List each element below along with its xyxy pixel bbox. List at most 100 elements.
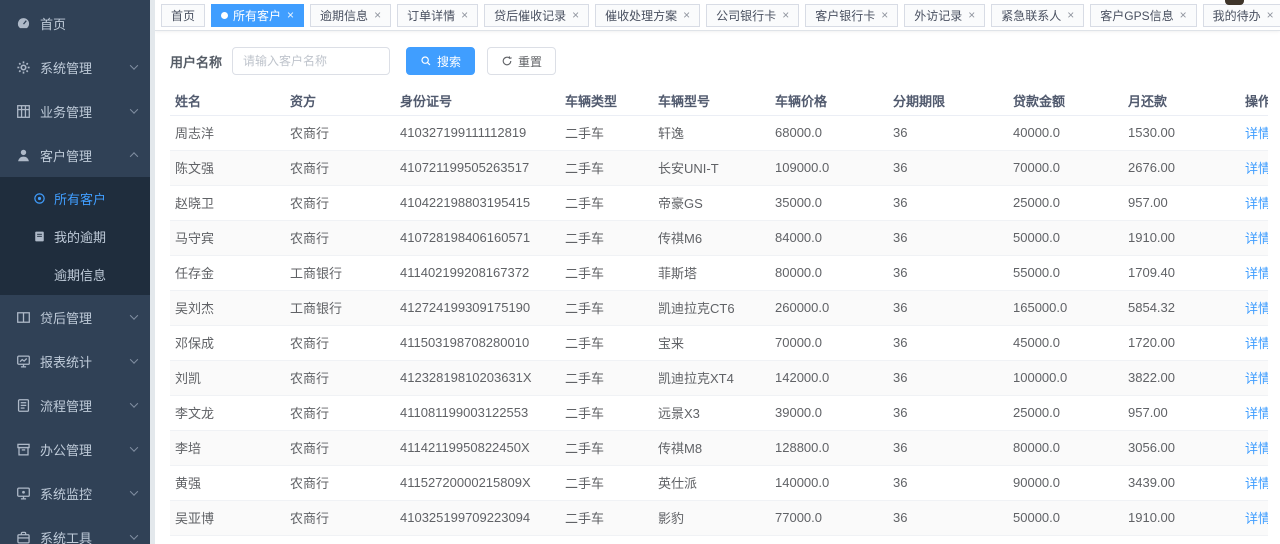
avatar-fragment <box>1225 0 1244 5</box>
search-label: 用户名称 <box>170 52 222 71</box>
cell-loan-amount: 40000.0 <box>1008 115 1123 150</box>
tab-label: 逾期信息 <box>320 7 368 24</box>
detail-link[interactable]: 详情 <box>1245 266 1268 281</box>
sidebar-item-home[interactable]: 首页 <box>0 1 150 45</box>
gear-icon <box>16 60 31 75</box>
sidebar-item-system-tools[interactable]: 系统工具 <box>0 515 150 544</box>
sidebar-item-process-mgmt[interactable]: 流程管理 <box>0 383 150 427</box>
cell-vehicle-type: 二手车 <box>560 500 653 535</box>
sidebar: 首页 系统管理 业务管理 客户管理 所有客户 我的逾期 逾期信息 贷后管理 <box>0 0 150 544</box>
user-icon <box>16 148 31 163</box>
detail-link[interactable]: 详情 <box>1245 476 1268 491</box>
table-row <box>170 535 1268 544</box>
chevron-down-icon <box>130 443 138 451</box>
cell-installment-term: 36 <box>888 500 1008 535</box>
tab-close-icon[interactable]: × <box>782 9 789 21</box>
detail-link[interactable]: 详情 <box>1245 231 1268 246</box>
sidebar-item-system-mgmt[interactable]: 系统管理 <box>0 45 150 89</box>
tab-label: 紧急联系人 <box>1001 7 1061 24</box>
tab[interactable]: 外访记录 × <box>904 4 985 27</box>
sidebar-item-label: 流程管理 <box>40 396 92 415</box>
cell-id-number: 410327199111112819 <box>395 115 560 150</box>
tab-close-icon[interactable]: × <box>1267 9 1274 21</box>
column-header: 资方 <box>285 87 395 115</box>
tab[interactable]: 公司银行卡 × <box>706 4 799 27</box>
sidebar-item-postloan-mgmt[interactable]: 贷后管理 <box>0 295 150 339</box>
cell-vehicle-price: 142000.0 <box>770 360 888 395</box>
cell-monthly-payment: 1910.00 <box>1123 500 1240 535</box>
customer-name-input[interactable] <box>232 47 390 75</box>
sidebar-subitem-all-customers[interactable]: 所有客户 <box>0 179 150 217</box>
tab-label: 订单详情 <box>407 7 455 24</box>
cell-monthly-payment: 1709.40 <box>1123 255 1240 290</box>
tab[interactable]: 客户GPS信息 × <box>1090 4 1196 27</box>
cell-action: 详情 <box>1240 115 1268 150</box>
tab-close-icon[interactable]: × <box>881 9 888 21</box>
detail-link[interactable]: 详情 <box>1245 371 1268 386</box>
search-button[interactable]: 搜索 <box>406 47 475 75</box>
sidebar-item-system-monitor[interactable]: 系统监控 <box>0 471 150 515</box>
tab[interactable]: 所有客户 × <box>211 4 304 27</box>
sidebar-item-label: 客户管理 <box>40 146 92 165</box>
cell-action: 详情 <box>1240 255 1268 290</box>
sidebar-item-customer-mgmt[interactable]: 客户管理 <box>0 133 150 177</box>
search-icon <box>420 55 432 67</box>
table-row: 吴刘杰 工商银行 412724199309175190 二手车 凯迪拉克CT6 … <box>170 290 1268 325</box>
cell-vehicle-price: 35000.0 <box>770 185 888 220</box>
column-header: 月还款 <box>1123 87 1240 115</box>
column-header: 身份证号 <box>395 87 560 115</box>
tab[interactable]: 催收处理方案 × <box>595 4 700 27</box>
detail-link[interactable]: 详情 <box>1245 301 1268 316</box>
dashboard-icon <box>16 16 31 31</box>
sidebar-item-label: 报表统计 <box>40 352 92 371</box>
cell-funder: 工商银行 <box>285 290 395 325</box>
tab[interactable]: 客户银行卡 × <box>805 4 898 27</box>
detail-link[interactable]: 详情 <box>1245 336 1268 351</box>
cell-monthly-payment <box>1123 535 1240 544</box>
tab[interactable]: 首页 <box>161 4 205 27</box>
tab[interactable]: 我的待办 × <box>1203 4 1280 27</box>
tab-close-icon[interactable]: × <box>461 9 468 21</box>
cell-vehicle-type: 二手车 <box>560 465 653 500</box>
cell-funder: 农商行 <box>285 150 395 185</box>
cell-funder: 农商行 <box>285 220 395 255</box>
cell-name: 李文龙 <box>170 395 285 430</box>
table-row: 李培 农商行 41142119950822450X 二手车 传祺M8 12880… <box>170 430 1268 465</box>
tab-close-icon[interactable]: × <box>683 9 690 21</box>
column-header: 姓名 <box>170 87 285 115</box>
detail-link[interactable]: 详情 <box>1245 196 1268 211</box>
reset-button[interactable]: 重置 <box>487 47 556 75</box>
cell-loan-amount <box>1008 535 1123 544</box>
cell-installment-term: 36 <box>888 290 1008 325</box>
column-header: 车辆类型 <box>560 87 653 115</box>
tab-label: 外访记录 <box>914 7 962 24</box>
detail-link[interactable]: 详情 <box>1245 406 1268 421</box>
tab-close-icon[interactable]: × <box>374 9 381 21</box>
detail-link[interactable]: 详情 <box>1245 161 1268 176</box>
cell-id-number: 41142119950822450X <box>395 430 560 465</box>
sidebar-item-office-mgmt[interactable]: 办公管理 <box>0 427 150 471</box>
sidebar-item-report-stats[interactable]: 报表统计 <box>0 339 150 383</box>
tab[interactable]: 贷后催收记录 × <box>484 4 589 27</box>
detail-link[interactable]: 详情 <box>1245 511 1268 526</box>
sidebar-subitem-overdue-info[interactable]: 逾期信息 <box>0 255 150 293</box>
cell-installment-term: 36 <box>888 360 1008 395</box>
tab-close-icon[interactable]: × <box>287 9 294 21</box>
tab[interactable]: 紧急联系人 × <box>991 4 1084 27</box>
sidebar-subitem-my-overdue[interactable]: 我的逾期 <box>0 217 150 255</box>
detail-link[interactable]: 详情 <box>1245 126 1268 141</box>
cell-vehicle-model: 远景X3 <box>653 395 770 430</box>
tab-close-icon[interactable]: × <box>572 9 579 21</box>
tab-close-icon[interactable]: × <box>1067 9 1074 21</box>
tab-label: 客户银行卡 <box>815 7 875 24</box>
sidebar-item-business-mgmt[interactable]: 业务管理 <box>0 89 150 133</box>
chevron-up-icon <box>130 152 138 160</box>
tab-close-icon[interactable]: × <box>968 9 975 21</box>
tab[interactable]: 逾期信息 × <box>310 4 391 27</box>
tab-close-icon[interactable]: × <box>1180 9 1187 21</box>
detail-link[interactable]: 详情 <box>1245 441 1268 456</box>
cell-funder <box>285 535 395 544</box>
tab[interactable]: 订单详情 × <box>397 4 478 27</box>
report-monitor-icon <box>16 354 31 369</box>
cell-vehicle-price: 260000.0 <box>770 290 888 325</box>
